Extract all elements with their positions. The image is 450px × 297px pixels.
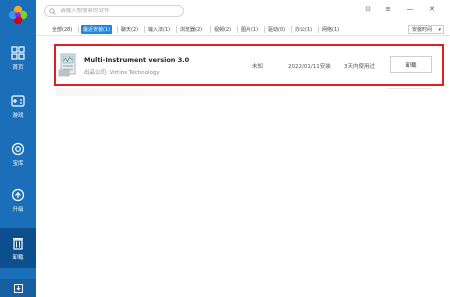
download-button[interactable] <box>0 279 36 297</box>
search-box[interactable] <box>44 5 184 17</box>
top-bar: ⊙ ≡ — ✕ <box>36 0 450 22</box>
tab-video[interactable]: 视频(2) <box>212 25 233 34</box>
skin-button[interactable]: ⊙ <box>362 3 374 15</box>
menu-button[interactable]: ≡ <box>382 3 394 15</box>
tab-chat[interactable]: 聊天(2) <box>119 25 140 34</box>
list-item-placeholder <box>56 88 296 96</box>
tab-input-method[interactable]: 输入法(1) <box>146 25 172 34</box>
tab-divider <box>237 26 238 33</box>
app-size: 未知 <box>252 64 264 70</box>
chevron-down-icon: ▾ <box>438 27 441 33</box>
upgrade-icon <box>11 188 25 201</box>
minimize-button[interactable]: — <box>404 3 416 15</box>
tab-network[interactable]: 网络(1) <box>320 25 341 34</box>
tab-divider <box>144 26 145 33</box>
app-logo-icon[interactable] <box>8 5 28 25</box>
tab-divider <box>318 26 319 33</box>
sidebar-item-label: 游戏 <box>12 112 24 119</box>
search-icon <box>49 7 56 15</box>
sidebar: 首页 游戏 宝库 升级 卸载 <box>0 0 36 297</box>
list-item-placeholder <box>388 88 432 94</box>
tab-divider <box>117 26 118 33</box>
multi-instrument-app-icon <box>58 53 76 77</box>
sidebar-item-label: 升级 <box>12 206 24 213</box>
tab-recent[interactable]: 最近安装(1) <box>81 25 113 34</box>
install-date: 2022/01/11安装 <box>288 64 331 70</box>
sidebar-item-games[interactable]: 游戏 <box>0 86 36 126</box>
app-name: Multi-Instrument version 3.0 <box>84 56 190 64</box>
tab-divider <box>176 26 177 33</box>
sidebar-item-label: 宝库 <box>12 160 24 167</box>
treasury-icon <box>11 142 25 155</box>
tab-driver[interactable]: 驱动(0) <box>266 25 287 34</box>
tab-image[interactable]: 图片(1) <box>239 25 260 34</box>
home-icon <box>11 45 25 60</box>
tab-all[interactable]: 全部(28) <box>50 25 74 34</box>
trash-icon <box>13 237 23 250</box>
sidebar-item-uninstall[interactable]: 卸载 <box>0 228 36 268</box>
tab-divider <box>210 26 211 33</box>
category-tabs: 全部(28) 最近安装(1) 聊天(2) 输入法(1) 浏览器(2) 视频(2)… <box>36 22 450 36</box>
sort-select[interactable]: 安装时间 ▾ <box>408 25 444 34</box>
sort-label: 安装时间 <box>412 27 433 33</box>
tab-divider <box>264 26 265 33</box>
uninstall-button[interactable]: 卸载 <box>390 56 432 73</box>
sidebar-item-label: 卸载 <box>12 254 24 261</box>
tab-office[interactable]: 办公(1) <box>293 25 314 34</box>
list-item[interactable]: Multi-Instrument version 3.0 出品公司: Virti… <box>54 44 444 86</box>
sidebar-item-upgrade[interactable]: 升级 <box>0 180 36 220</box>
sidebar-item-label: 首页 <box>12 64 24 71</box>
search-input[interactable] <box>60 8 180 14</box>
download-icon <box>13 283 23 293</box>
sidebar-item-home[interactable]: 首页 <box>0 38 36 78</box>
close-button[interactable]: ✕ <box>426 3 438 15</box>
usage-status: 3天内使用过 <box>344 64 375 70</box>
gamepad-icon <box>11 94 25 107</box>
sidebar-item-treasury[interactable]: 宝库 <box>0 134 36 174</box>
tab-divider <box>291 26 292 33</box>
app-publisher: 出品公司: Virtins Technology <box>84 70 160 76</box>
tab-browser[interactable]: 浏览器(2) <box>178 25 204 34</box>
app-list: Multi-Instrument version 3.0 出品公司: Virti… <box>36 36 450 297</box>
tab-divider <box>78 26 79 33</box>
